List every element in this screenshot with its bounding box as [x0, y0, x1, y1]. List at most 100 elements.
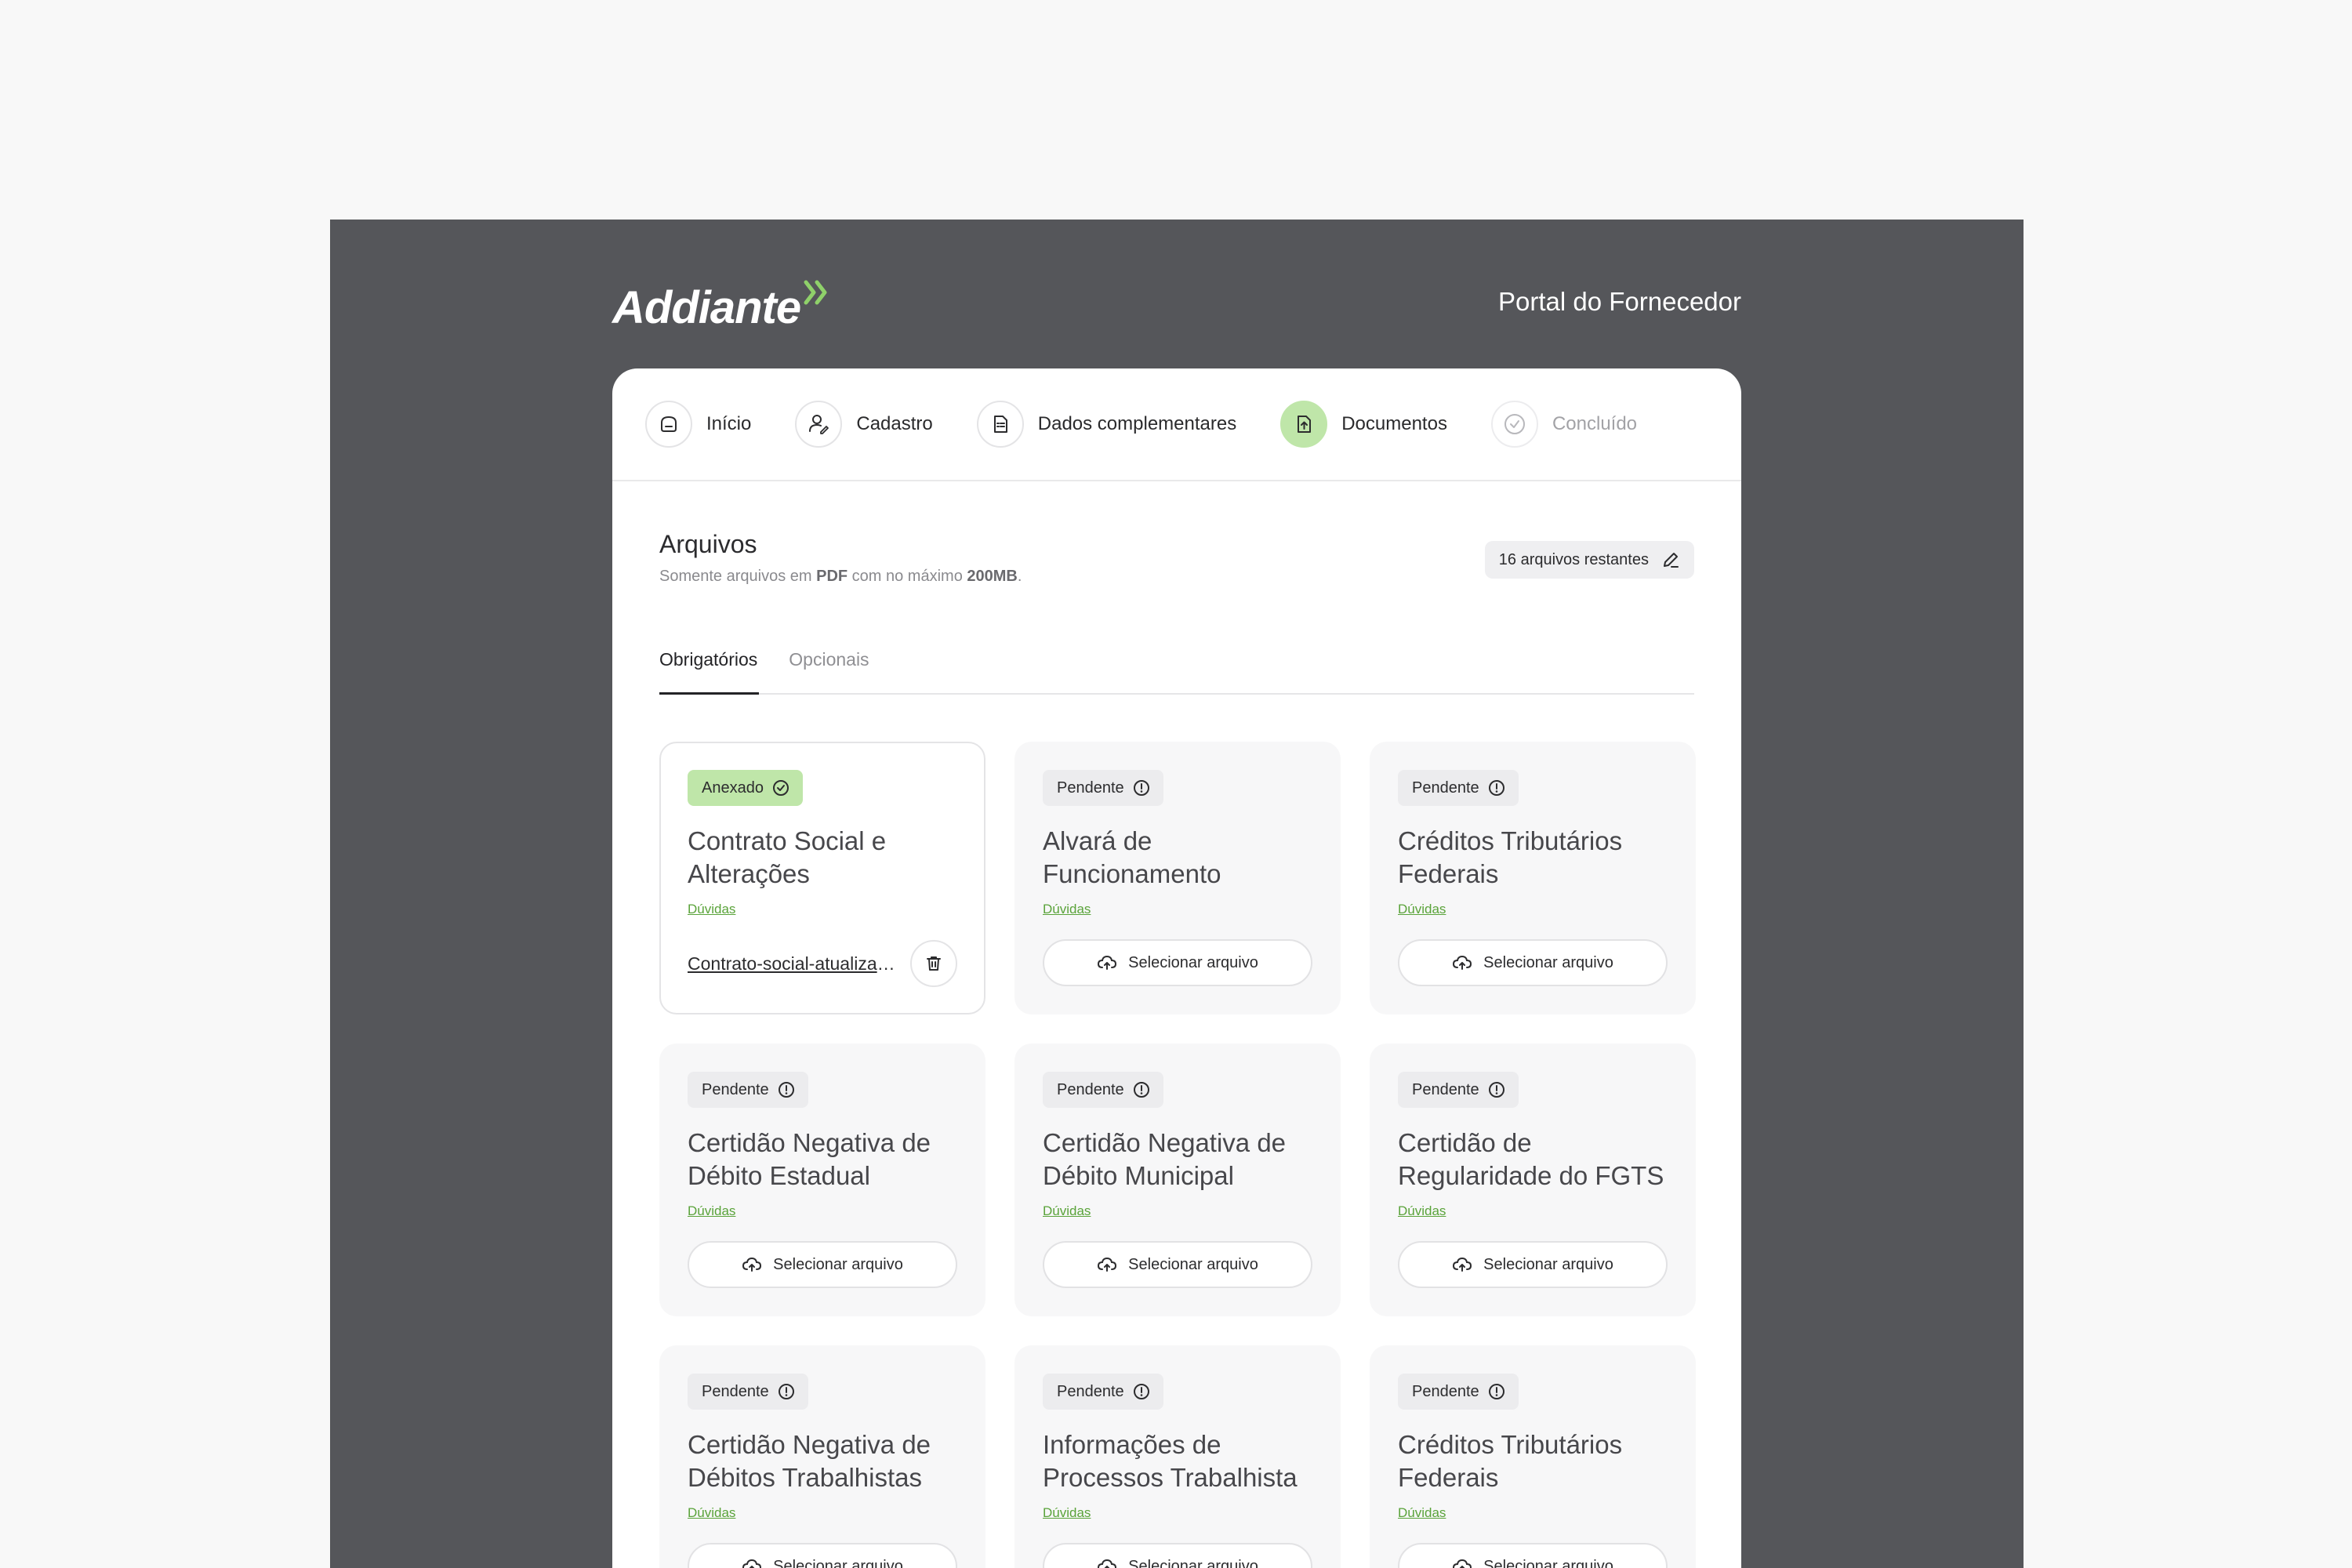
status-label: Pendente: [702, 1080, 769, 1098]
document-card: Pendente Informações de Processos Trabal…: [1014, 1345, 1341, 1568]
document-title: Certidão de Regularidade do FGTS: [1398, 1128, 1664, 1190]
portal-title: Portal do Fornecedor: [1497, 287, 1741, 316]
document-card: Anexado Contrato Social e Alterações Dúv…: [659, 742, 985, 1014]
document-title: Certidão Negativa de Débito Estadual: [688, 1128, 931, 1190]
help-link[interactable]: Dúvidas: [688, 1203, 735, 1219]
help-link[interactable]: Dúvidas: [1398, 1203, 1446, 1219]
step-label-documentos: Documentos: [1341, 413, 1447, 434]
documents-grid: Anexado Contrato Social e Alterações Dúv…: [659, 742, 1696, 1568]
document-title: Créditos Tributários Federais: [1398, 1430, 1623, 1492]
subtitle-text: .: [1017, 568, 1022, 585]
document-card: Pendente Certidão Negativa de Débito Mun…: [1014, 1044, 1341, 1316]
select-file-label: Selecionar arquivo: [1483, 953, 1613, 971]
cloud-upload-icon: [1453, 955, 1472, 970]
status-label: Pendente: [1412, 1382, 1479, 1400]
status-label: Pendente: [702, 1382, 769, 1400]
files-subtitle: Somente arquivos em PDF com no máximo 20…: [659, 568, 1022, 586]
status-badge: Pendente: [688, 1072, 808, 1108]
document-title: Alvará de Funcionamento: [1043, 826, 1221, 888]
help-link[interactable]: Dúvidas: [1043, 902, 1091, 917]
status-badge: Pendente: [1398, 770, 1519, 806]
brand-logo[interactable]: Addiante: [612, 268, 830, 331]
info-icon: [778, 1384, 794, 1399]
status-badge: Pendente: [1043, 770, 1163, 806]
document-title: Créditos Tributários Federais: [1398, 826, 1623, 888]
step-cadastro[interactable]: Cadastro: [795, 401, 933, 448]
select-file-label: Selecionar arquivo: [1128, 953, 1258, 971]
select-file-button[interactable]: Selecionar arquivo: [1398, 1241, 1668, 1288]
status-badge: Pendente: [1043, 1374, 1163, 1410]
user-edit-icon: [795, 401, 843, 448]
status-label: Pendente: [1057, 1080, 1124, 1098]
document-title: Certidão Negativa de Débito Municipal: [1043, 1128, 1287, 1190]
help-link[interactable]: Dúvidas: [688, 1505, 735, 1521]
pencil-icon: [1664, 553, 1679, 568]
document-title: Informações de Processos Trabalhista: [1043, 1430, 1298, 1492]
step-concluido[interactable]: Concluído: [1490, 401, 1638, 448]
step-documentos[interactable]: Documentos: [1280, 401, 1447, 448]
cloud-upload-icon: [1098, 1559, 1117, 1568]
stepper: Início Cadastro Dados complementares Doc…: [612, 368, 1741, 481]
document-title: Contrato Social e Alterações: [688, 826, 887, 888]
file-upload-icon: [1280, 401, 1328, 448]
document-card: Pendente Certidão Negativa de Débito Est…: [659, 1044, 985, 1316]
subtitle-size: 200MB: [967, 568, 1018, 585]
files-title: Arquivos: [659, 530, 757, 558]
files-header: Arquivos Somente arquivos em PDF com no …: [659, 481, 1694, 599]
select-file-button[interactable]: Selecionar arquivo: [1043, 1543, 1312, 1568]
status-badge: Pendente: [688, 1374, 808, 1410]
select-file-label: Selecionar arquivo: [773, 1255, 903, 1273]
select-file-button[interactable]: Selecionar arquivo: [1398, 939, 1668, 986]
step-dados-complementares[interactable]: Dados complementares: [976, 401, 1237, 448]
help-link[interactable]: Dúvidas: [1398, 1505, 1446, 1521]
status-badge: Pendente: [1043, 1072, 1163, 1108]
delete-file-button[interactable]: [910, 940, 957, 987]
home-icon: [645, 401, 692, 448]
select-file-label: Selecionar arquivo: [1128, 1255, 1258, 1273]
trash-icon: [927, 956, 941, 971]
document-card: Pendente Certidão de Regularidade do FGT…: [1370, 1044, 1696, 1316]
tab-opcionais[interactable]: Opcionais: [789, 646, 869, 695]
document-card: Pendente Créditos Tributários Federais D…: [1370, 1345, 1696, 1568]
remaining-files-button[interactable]: 16 arquivos restantes: [1484, 541, 1694, 579]
select-file-button[interactable]: Selecionar arquivo: [688, 1543, 957, 1568]
select-file-button[interactable]: Selecionar arquivo: [1043, 939, 1312, 986]
tab-obrigatorios[interactable]: Obrigatórios: [659, 646, 760, 695]
cloud-upload-icon: [742, 1257, 762, 1272]
attached-file: Contrato-social-atualizado.pdf: [688, 939, 957, 988]
select-file-button[interactable]: Selecionar arquivo: [1043, 1241, 1312, 1288]
cloud-upload-icon: [1098, 955, 1117, 970]
subtitle-text: Somente arquivos em: [659, 568, 817, 585]
document-list-icon: [976, 401, 1024, 448]
help-link[interactable]: Dúvidas: [1398, 902, 1446, 917]
file-name-link[interactable]: Contrato-social-atualizado.pdf: [688, 953, 899, 975]
select-file-button[interactable]: Selecionar arquivo: [688, 1241, 957, 1288]
select-file-button[interactable]: Selecionar arquivo: [1398, 1543, 1668, 1568]
step-label-concluido: Concluído: [1552, 413, 1638, 434]
status-badge: Pendente: [1398, 1374, 1519, 1410]
subtitle-format: PDF: [816, 568, 848, 585]
status-label: Pendente: [1412, 1080, 1479, 1098]
info-icon: [1133, 1082, 1149, 1098]
step-label-dados: Dados complementares: [1037, 413, 1237, 434]
cloud-upload-icon: [1098, 1257, 1117, 1272]
status-label: Pendente: [1057, 779, 1124, 797]
step-label-cadastro: Cadastro: [856, 413, 933, 434]
select-file-label: Selecionar arquivo: [1483, 1255, 1613, 1273]
info-icon: [1488, 780, 1504, 796]
app-frame: Addiante Portal do Fornecedor Início Cad…: [330, 220, 2024, 1568]
cloud-upload-icon: [1453, 1559, 1472, 1568]
check-circle-icon: [1490, 401, 1538, 448]
remaining-files-label: 16 arquivos restantes: [1498, 550, 1649, 568]
step-label-inicio: Início: [706, 413, 752, 434]
status-label: Pendente: [1057, 1382, 1124, 1400]
document-card: Pendente Créditos Tributários Federais D…: [1370, 742, 1696, 1014]
status-label: Anexado: [702, 779, 764, 797]
step-inicio[interactable]: Início: [645, 401, 751, 448]
help-link[interactable]: Dúvidas: [1043, 1505, 1091, 1521]
cloud-upload-icon: [1453, 1257, 1472, 1272]
help-link[interactable]: Dúvidas: [688, 902, 735, 917]
document-card: Pendente Certidão Negativa de Débitos Tr…: [659, 1345, 985, 1568]
help-link[interactable]: Dúvidas: [1043, 1203, 1091, 1219]
info-icon: [1133, 780, 1149, 796]
